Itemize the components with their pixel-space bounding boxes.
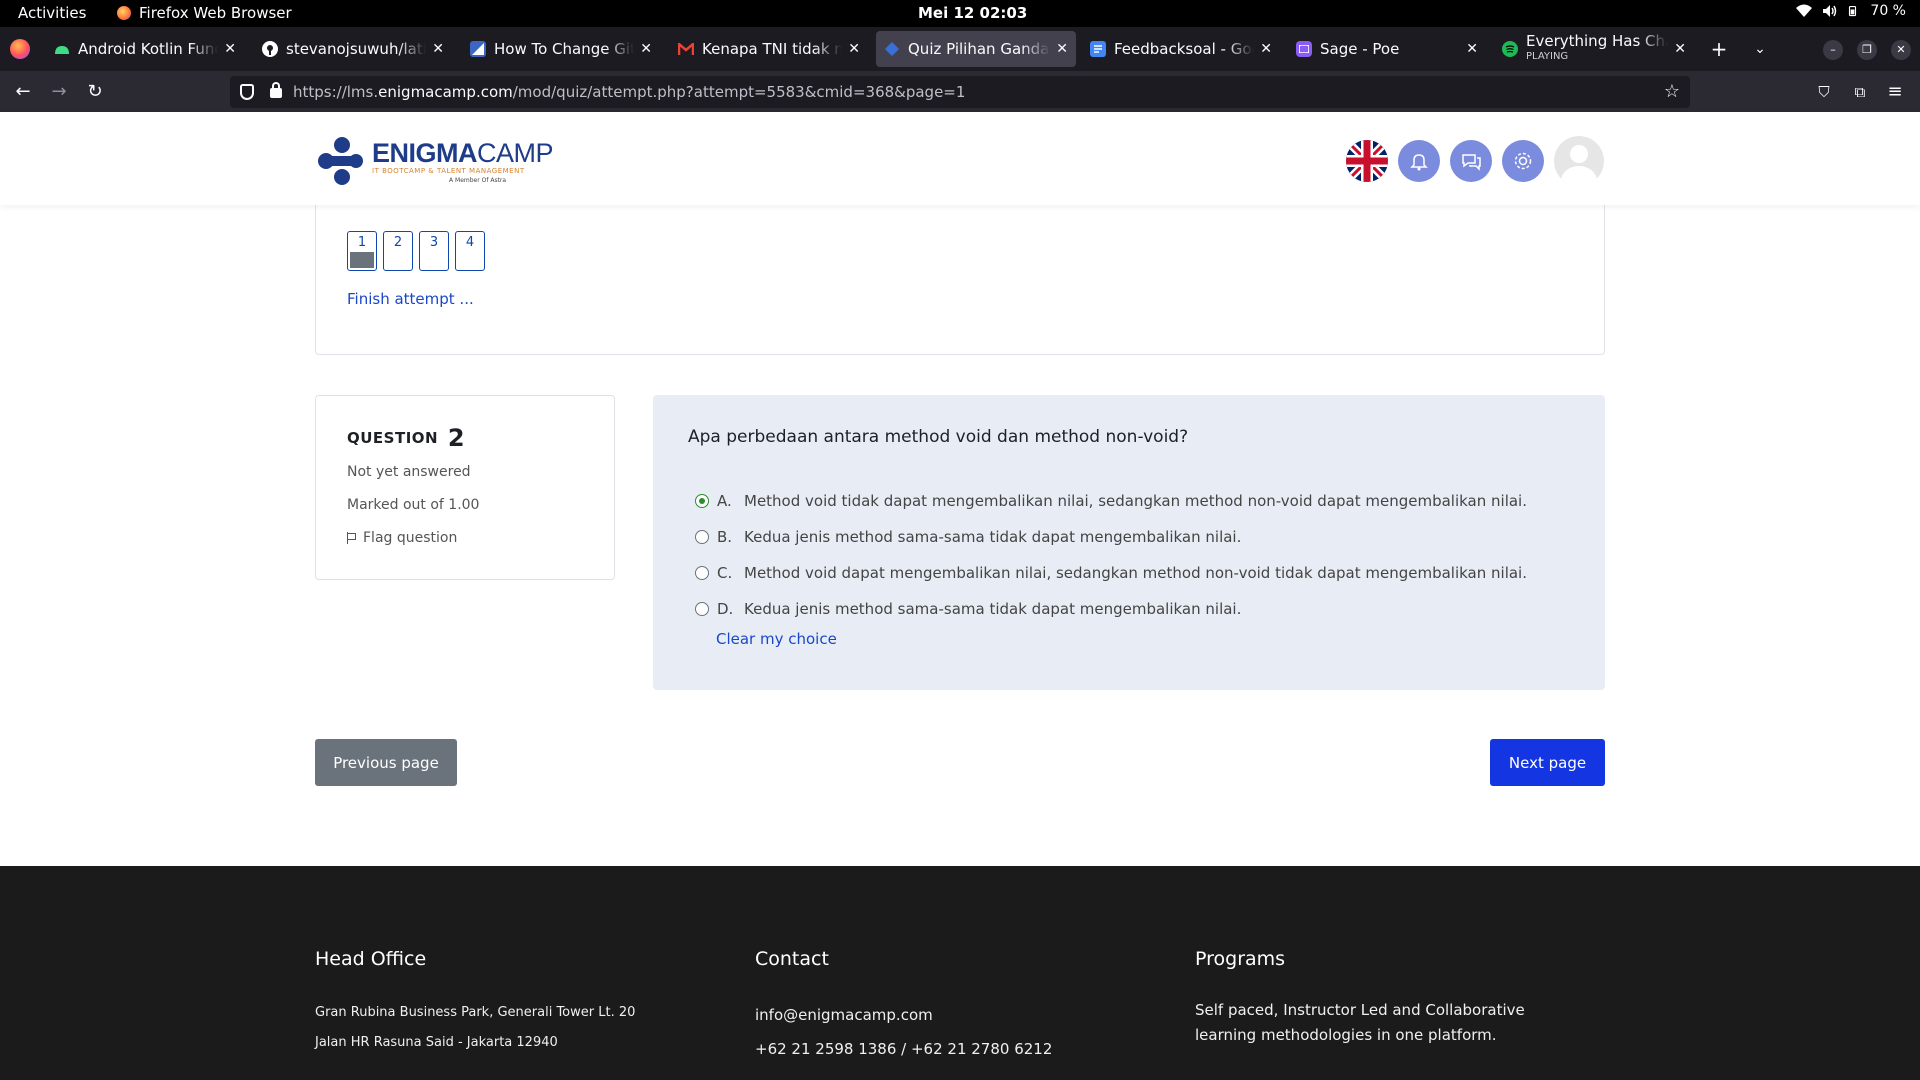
close-icon[interactable]: ✕	[1466, 41, 1478, 57]
language-uk-flag-icon[interactable]	[1346, 140, 1388, 182]
flag-icon	[347, 532, 357, 544]
clear-choice-link[interactable]: Clear my choice	[716, 630, 837, 648]
next-page-button[interactable]: Next page	[1490, 739, 1605, 786]
tab-github[interactable]: stevanojsuwuh/latihan ✕	[254, 31, 452, 67]
github-icon	[262, 41, 278, 57]
close-icon[interactable]: ✕	[1260, 41, 1272, 57]
reload-icon[interactable]: ↻	[84, 81, 106, 103]
user-avatar[interactable]	[1554, 136, 1604, 186]
battery-icon	[1849, 5, 1857, 17]
tracking-shield-icon[interactable]	[240, 84, 254, 100]
list-tabs-chevron-icon[interactable]: ⌄	[1748, 37, 1772, 61]
enigmacamp-logo-mark	[318, 137, 363, 185]
footer-programs: Programs Self paced, Instructor Led and …	[1195, 948, 1525, 1044]
close-icon[interactable]: ✕	[640, 41, 652, 57]
radio-a[interactable]	[695, 494, 709, 508]
tab-strip: Android Kotlin Fundamentals ✕ stevanojsu…	[0, 27, 1920, 71]
address-bar[interactable]: https://lms.enigmacamp.com/mod/quiz/atte…	[230, 76, 1690, 108]
answer-options: A. Method void tidak dapat mengembalikan…	[695, 483, 1527, 627]
question-state: Not yet answered	[347, 464, 471, 480]
navigation-toolbar: ← → ↻ https://lms.enigmacamp.com/mod/qui…	[0, 71, 1920, 112]
extensions-icon[interactable]: ⧉	[1849, 81, 1871, 103]
site-header: ENIGMACAMP IT BOOTCAMP & TALENT MANAGEME…	[0, 112, 1920, 205]
firefox-view-icon[interactable]	[10, 39, 30, 59]
quiz-navigation-card: 1 2 3 4 Finish attempt ...	[315, 190, 1605, 355]
close-icon[interactable]: ✕	[1056, 41, 1068, 57]
minimize-button[interactable]: –	[1823, 40, 1843, 60]
question-grade: Marked out of 1.00	[347, 497, 480, 513]
clock[interactable]: Mei 12 02:03	[918, 4, 1027, 22]
close-window-button[interactable]: ✕	[1891, 40, 1911, 60]
firefox-icon	[117, 6, 131, 20]
new-tab-button[interactable]: +	[1707, 37, 1731, 61]
question-text: Apa perbedaan antara method void dan met…	[688, 427, 1189, 447]
radio-b[interactable]	[695, 530, 709, 544]
close-icon[interactable]: ✕	[1674, 41, 1686, 57]
tab-quiz-active[interactable]: Quiz Pilihan Ganda Fungsi ✕	[876, 31, 1076, 67]
back-arrow-icon[interactable]: ←	[12, 81, 34, 103]
pocket-icon[interactable]: ⛉	[1813, 81, 1835, 103]
quiz-question-nav: 1 2 3 4	[347, 231, 485, 271]
close-icon[interactable]: ✕	[432, 41, 444, 57]
answer-option-d[interactable]: D. Kedua jenis method sama-sama tidak da…	[695, 591, 1527, 627]
flag-question-toggle[interactable]: Flag question	[347, 530, 457, 546]
quiz-nav-button-2[interactable]: 2	[383, 231, 413, 271]
question-content: Apa perbedaan antara method void dan met…	[653, 395, 1605, 690]
tab-git-remote[interactable]: How To Change Git Remote ✕	[462, 31, 660, 67]
footer-head-office: Head Office Gran Rubina Business Park, G…	[315, 948, 636, 1050]
answer-option-b[interactable]: B. Kedua jenis method sama-sama tidak da…	[695, 519, 1527, 555]
site-footer: Head Office Gran Rubina Business Park, G…	[0, 866, 1920, 1080]
page-icon	[470, 41, 486, 57]
lock-icon[interactable]	[270, 82, 282, 98]
tab-gmail[interactable]: Kenapa TNI tidak menyerang ✕	[670, 31, 868, 67]
quiz-nav-button-4[interactable]: 4	[455, 231, 485, 271]
tab-spotify[interactable]: Everything Has Changed PLAYING ✕	[1494, 31, 1694, 67]
android-icon	[54, 41, 70, 57]
system-tray[interactable]: 70 %	[1796, 3, 1906, 19]
docs-icon	[1090, 41, 1106, 57]
quiz-nav-button-1[interactable]: 1	[347, 231, 377, 271]
bookmark-star-icon[interactable]: ☆	[1664, 81, 1680, 102]
tab-poe[interactable]: Sage - Poe ✕	[1288, 31, 1486, 67]
enigma-icon	[884, 41, 900, 57]
footer-contact: Contact info@enigmacamp.com +62 21 2598 …	[755, 948, 1052, 1066]
footer-email[interactable]: info@enigmacamp.com	[755, 998, 1052, 1032]
previous-page-button[interactable]: Previous page	[315, 739, 457, 786]
settings-gear-icon[interactable]	[1502, 140, 1544, 182]
url-text[interactable]: https://lms.enigmacamp.com/mod/quiz/atte…	[293, 83, 965, 101]
close-icon[interactable]: ✕	[224, 41, 236, 57]
poe-icon	[1296, 41, 1312, 57]
quiz-nav-button-3[interactable]: 3	[419, 231, 449, 271]
notifications-bell-icon[interactable]	[1398, 140, 1440, 182]
question-info-panel: QUESTION 2 Not yet answered Marked out o…	[315, 395, 615, 580]
system-top-bar: Activities Firefox Web Browser Mei 12 02…	[0, 0, 1920, 27]
enigmacamp-logo[interactable]: ENIGMACAMP IT BOOTCAMP & TALENT MANAGEME…	[316, 132, 554, 188]
volume-icon	[1823, 5, 1837, 17]
tab-google-docs[interactable]: Feedbacksoal - Google Docs ✕	[1082, 31, 1280, 67]
messages-chat-icon[interactable]	[1450, 140, 1492, 182]
question-number: QUESTION 2	[347, 424, 466, 452]
radio-c[interactable]	[695, 566, 709, 580]
restore-button[interactable]: ❐	[1857, 40, 1877, 60]
answer-option-a[interactable]: A. Method void tidak dapat mengembalikan…	[695, 483, 1527, 519]
finish-attempt-link[interactable]: Finish attempt ...	[347, 290, 474, 308]
hamburger-menu-icon[interactable]: ≡	[1884, 81, 1906, 103]
app-menu[interactable]: Firefox Web Browser	[117, 4, 292, 22]
gmail-icon	[678, 41, 694, 57]
footer-phone: +62 21 2598 1386 / +62 21 2780 6212	[755, 1040, 1053, 1058]
battery-percent: 70 %	[1870, 3, 1906, 19]
app-name: Firefox Web Browser	[139, 4, 292, 22]
tab-android-kotlin[interactable]: Android Kotlin Fundamentals ✕	[46, 31, 244, 67]
activities-button[interactable]: Activities	[18, 4, 86, 22]
wifi-icon	[1796, 4, 1813, 17]
close-icon[interactable]: ✕	[848, 41, 860, 57]
radio-d[interactable]	[695, 602, 709, 616]
forward-arrow-icon[interactable]: →	[48, 81, 70, 103]
spotify-icon	[1502, 41, 1518, 57]
answer-option-c[interactable]: C. Method void dapat mengembalikan nilai…	[695, 555, 1527, 591]
